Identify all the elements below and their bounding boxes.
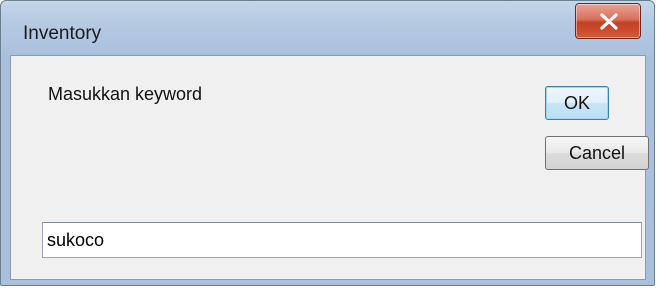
cancel-button[interactable]: Cancel bbox=[545, 136, 649, 170]
prompt-label: Masukkan keyword bbox=[48, 84, 203, 104]
dialog-body: Masukkan keyword OK Cancel bbox=[10, 55, 649, 280]
window-title: Inventory bbox=[23, 23, 102, 44]
close-button[interactable] bbox=[575, 3, 641, 39]
dialog-window: Inventory Masukkan keyword OK Cancel bbox=[0, 0, 655, 286]
ok-button[interactable]: OK bbox=[545, 86, 609, 120]
close-icon bbox=[600, 13, 618, 30]
keyword-input[interactable] bbox=[42, 222, 642, 258]
title-bar[interactable]: Inventory bbox=[1, 1, 654, 53]
